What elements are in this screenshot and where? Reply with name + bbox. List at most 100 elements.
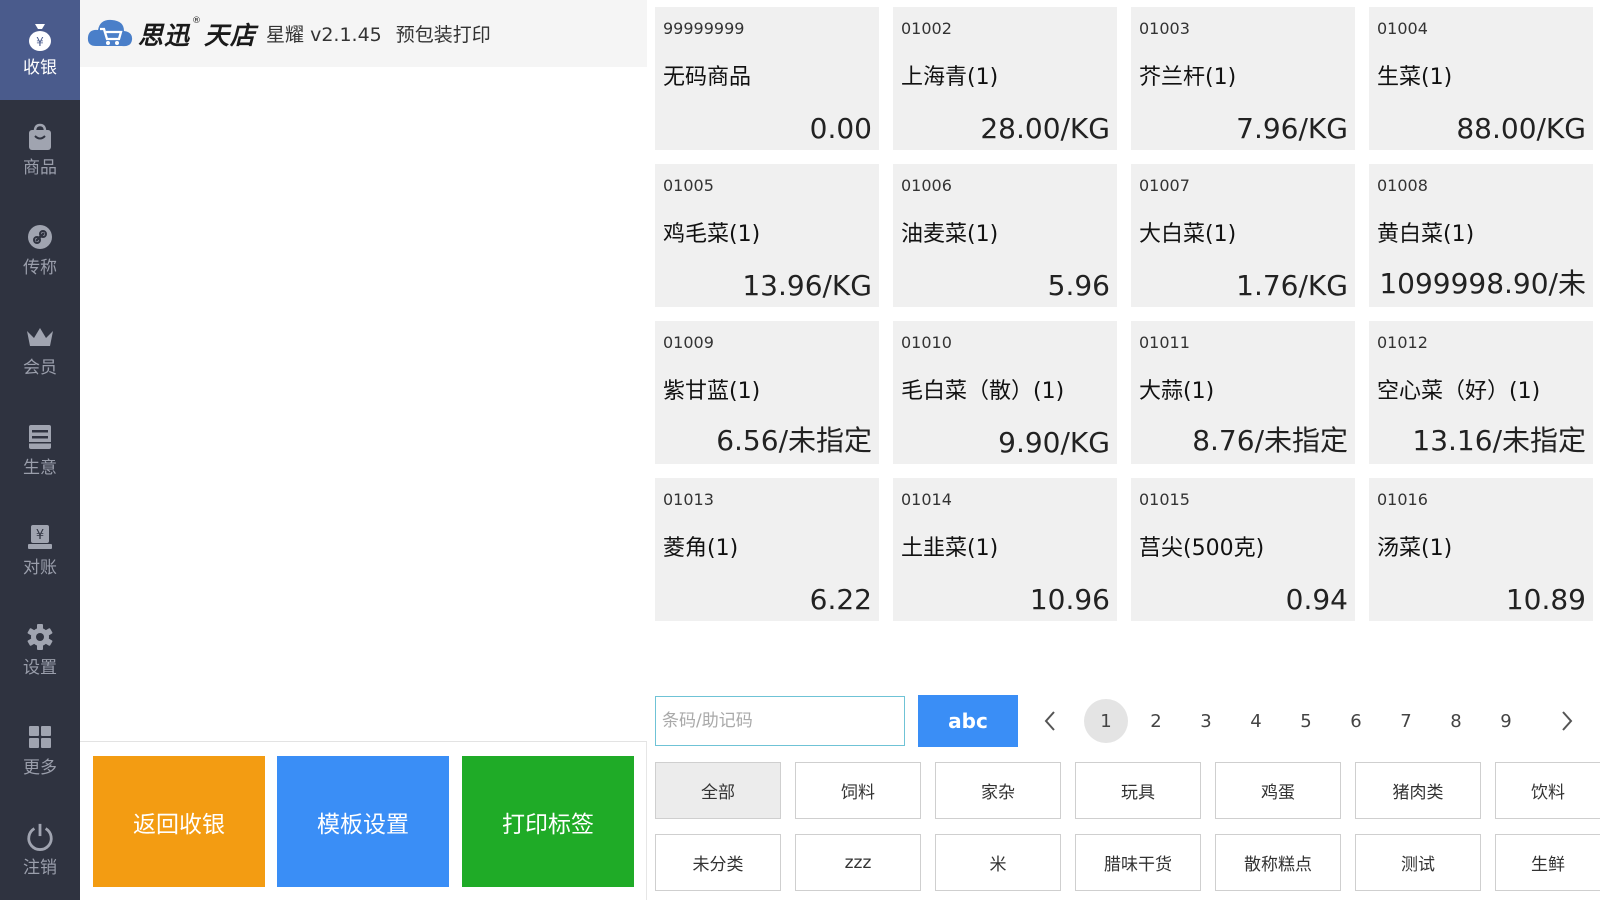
product-price: 8.76/未指定 [1192, 424, 1348, 457]
product-code: 01004 [1377, 19, 1428, 38]
category-button[interactable]: 散称糕点 [1215, 834, 1341, 891]
category-button[interactable]: 测试 [1355, 834, 1481, 891]
nav-item-products[interactable]: 商品 [0, 100, 80, 200]
back-to-cashier-button[interactable]: 返回收银 [93, 756, 265, 887]
product-card[interactable]: 01006 油麦菜(1) 5.96 [893, 164, 1117, 307]
product-price: 7.96/KG [1236, 112, 1348, 145]
nav-item-reconcile[interactable]: ¥ 对账 [0, 500, 80, 600]
yen-terminal-icon: ¥ [25, 522, 55, 552]
category-button[interactable]: 饲料 [795, 762, 921, 819]
keyboard-toggle-button[interactable]: abc [918, 695, 1018, 747]
template-settings-button[interactable]: 模板设置 [277, 756, 449, 887]
chevron-right-icon [1562, 711, 1573, 731]
product-card[interactable]: 01009 紫甘蓝(1) 6.56/未指定 [655, 321, 879, 464]
product-price: 10.96 [1029, 583, 1110, 616]
barcode-search-input[interactable] [655, 696, 905, 746]
brand-logo: 思迅 ®天店 [138, 15, 257, 50]
nav-item-more[interactable]: 更多 [0, 700, 80, 800]
product-card[interactable]: 01013 菱角(1) 6.22 [655, 478, 879, 621]
product-name: 莒尖(500克) [1139, 536, 1265, 561]
product-name: 芥兰杆(1) [1139, 65, 1237, 90]
product-name: 鸡毛菜(1) [663, 222, 761, 247]
product-price: 1.76/KG [1236, 269, 1348, 302]
product-code: 01005 [663, 176, 714, 195]
next-page-button[interactable] [1545, 699, 1589, 743]
app-header: 思迅 ®天店 星耀 v2.1.45 预包装打印 [80, 0, 647, 67]
print-list-area [80, 67, 647, 742]
product-card[interactable]: 01011 大蒜(1) 8.76/未指定 [1131, 321, 1355, 464]
nav-item-members[interactable]: 会员 [0, 300, 80, 400]
page-button-4[interactable]: 4 [1234, 699, 1278, 743]
product-code: 01007 [1139, 176, 1190, 195]
print-label-button[interactable]: 打印标签 [462, 756, 634, 887]
category-button[interactable]: 未分类 [655, 834, 781, 891]
category-button[interactable]: 生鲜 [1495, 834, 1600, 891]
product-name: 生菜(1) [1377, 65, 1453, 90]
product-card[interactable]: 01005 鸡毛菜(1) 13.96/KG [655, 164, 879, 307]
product-price: 0.94 [1285, 583, 1348, 616]
category-button[interactable]: 腊味干货 [1075, 834, 1201, 891]
product-card[interactable]: 01016 汤菜(1) 10.89 [1369, 478, 1593, 621]
product-name: 油麦菜(1) [901, 222, 999, 247]
product-card[interactable]: 01004 生菜(1) 88.00/KG [1369, 7, 1593, 150]
product-code: 01011 [1139, 333, 1190, 352]
product-code: 01010 [901, 333, 952, 352]
page-button-9[interactable]: 9 [1484, 699, 1528, 743]
category-button[interactable]: zzz [795, 834, 921, 891]
product-price: 13.96/KG [742, 269, 872, 302]
page-button-1[interactable]: 1 [1084, 699, 1128, 743]
product-name: 空心菜（好）(1) [1377, 379, 1541, 404]
product-card[interactable]: 01010 毛白菜（散）(1) 9.90/KG [893, 321, 1117, 464]
product-code: 01002 [901, 19, 952, 38]
product-card[interactable]: 01003 芥兰杆(1) 7.96/KG [1131, 7, 1355, 150]
category-button[interactable]: 全部 [655, 762, 781, 819]
nav-item-transfer-scale[interactable]: 传称 [0, 200, 80, 300]
nav-item-logout[interactable]: 注销 [0, 800, 80, 900]
prev-page-button[interactable] [1028, 699, 1072, 743]
page-button-3[interactable]: 3 [1184, 699, 1228, 743]
category-button[interactable]: 鸡蛋 [1215, 762, 1341, 819]
version-label: 星耀 v2.1.45 [266, 24, 382, 46]
nav-label: 生意 [23, 458, 57, 478]
product-card[interactable]: 01014 土韭菜(1) 10.96 [893, 478, 1117, 621]
product-card[interactable]: 01015 莒尖(500克) 0.94 [1131, 478, 1355, 621]
sidebar: ¥ 收银 商品 传称 会员 生意 ¥ 对账 设置 更多 注销 [0, 0, 80, 900]
product-code: 99999999 [663, 19, 745, 38]
page-button-7[interactable]: 7 [1384, 699, 1428, 743]
page-button-2[interactable]: 2 [1134, 699, 1178, 743]
nav-item-settings[interactable]: 设置 [0, 600, 80, 700]
nav-label: 会员 [23, 358, 57, 378]
product-card[interactable]: 01007 大白菜(1) 1.76/KG [1131, 164, 1355, 307]
page-button-8[interactable]: 8 [1434, 699, 1478, 743]
category-button[interactable]: 家杂 [935, 762, 1061, 819]
power-icon [25, 822, 55, 852]
link-icon [25, 222, 55, 252]
nav-label: 商品 [23, 158, 57, 178]
product-card[interactable]: 01002 上海青(1) 28.00/KG [893, 7, 1117, 150]
shopping-bag-icon [25, 122, 55, 152]
svg-text:¥: ¥ [36, 35, 44, 49]
page-button-5[interactable]: 5 [1284, 699, 1328, 743]
product-code: 01014 [901, 490, 952, 509]
category-button[interactable]: 米 [935, 834, 1061, 891]
product-code: 01013 [663, 490, 714, 509]
category-button[interactable]: 猪肉类 [1355, 762, 1481, 819]
cloud-cart-logo-icon [86, 16, 134, 52]
product-card[interactable]: 99999999 无码商品 0.00 [655, 7, 879, 150]
product-card[interactable]: 01012 空心菜（好）(1) 13.16/未指定 [1369, 321, 1593, 464]
moneybag-icon: ¥ [25, 22, 55, 52]
product-name: 无码商品 [663, 65, 752, 90]
product-code: 01012 [1377, 333, 1428, 352]
category-button[interactable]: 玩具 [1075, 762, 1201, 819]
category-button[interactable]: 饮料 [1495, 762, 1600, 819]
product-price: 1099998.90/未 [1379, 267, 1586, 300]
product-code: 01003 [1139, 19, 1190, 38]
product-code: 01006 [901, 176, 952, 195]
page-button-6[interactable]: 6 [1334, 699, 1378, 743]
nav-item-business[interactable]: 生意 [0, 400, 80, 500]
product-card[interactable]: 01008 黄白菜(1) 1099998.90/未 [1369, 164, 1593, 307]
product-name: 紫甘蓝(1) [663, 379, 761, 404]
gear-icon [25, 622, 55, 652]
nav-item-cashier[interactable]: ¥ 收银 [0, 0, 80, 100]
chevron-left-icon [1044, 711, 1055, 731]
